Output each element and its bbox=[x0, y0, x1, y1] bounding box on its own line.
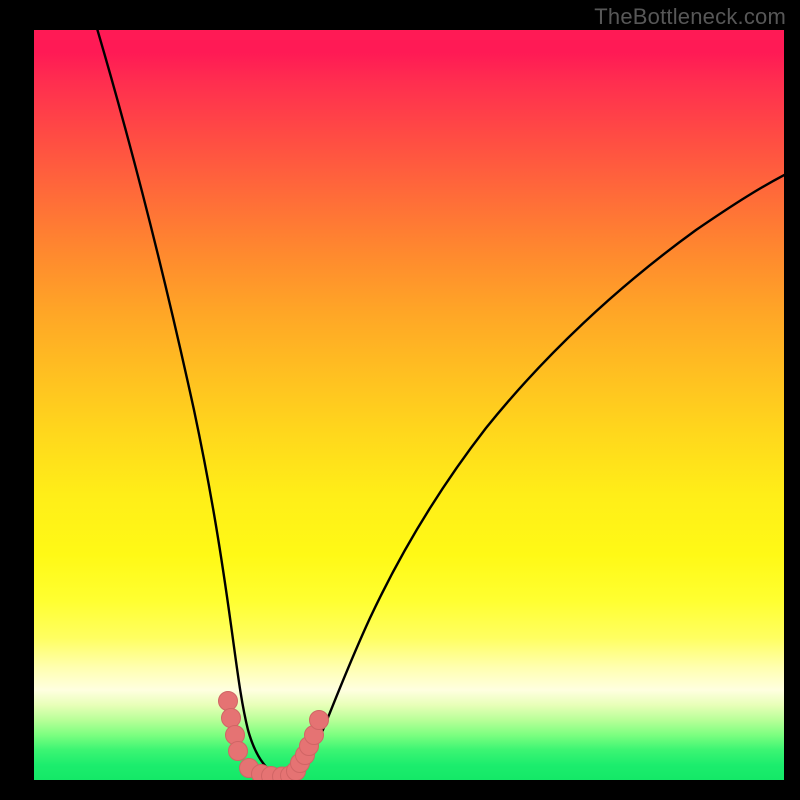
plot-area bbox=[34, 30, 784, 780]
chart-frame: TheBottleneck.com bbox=[0, 0, 800, 800]
marker-dot bbox=[219, 692, 238, 711]
watermark-text: TheBottleneck.com bbox=[594, 4, 786, 30]
marker-layer bbox=[34, 30, 784, 780]
marker-dot bbox=[229, 742, 248, 761]
marker-dot bbox=[310, 711, 329, 730]
marker-dot bbox=[222, 709, 241, 728]
